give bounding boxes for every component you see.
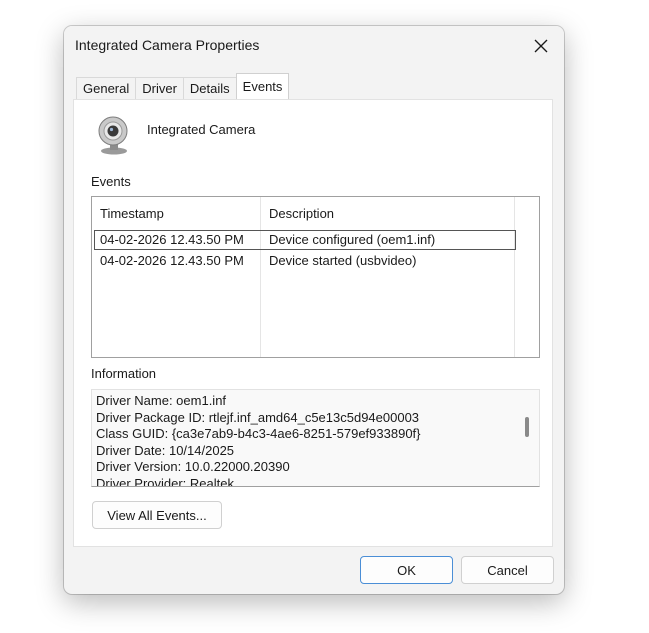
event-row[interactable]: 04-02-2026 12.43.50 PM Device started (u… (95, 252, 515, 270)
events-list[interactable]: Timestamp Description 04-02-2026 12.43.5… (91, 196, 540, 358)
close-icon (534, 39, 548, 53)
information-section-label: Information (91, 366, 157, 381)
info-line: Driver Provider: Realtek (96, 475, 234, 487)
tab-details[interactable]: Details (182, 77, 237, 99)
event-row[interactable]: 04-02-2026 12.43.50 PM Device configured… (94, 230, 516, 250)
column-separator (260, 197, 261, 357)
window-title: Integrated Camera Properties (75, 37, 260, 53)
device-name: Integrated Camera (147, 122, 256, 137)
column-header-timestamp[interactable]: Timestamp (100, 206, 164, 221)
webcam-icon (98, 116, 128, 155)
close-button[interactable] (518, 26, 564, 66)
events-section-label: Events (91, 174, 131, 189)
event-description: Device started (usbvideo) (269, 253, 417, 268)
info-scrollbar[interactable] (517, 390, 539, 486)
info-line: Driver Version: 10.0.22000.20390 (96, 459, 290, 474)
info-line: Class GUID: {ca3e7ab9-b4c3-4ae6-8251-579… (96, 426, 421, 441)
info-line: Driver Name: oem1.inf (96, 393, 227, 408)
tab-driver[interactable]: Driver (135, 77, 184, 99)
event-timestamp: 04-02-2026 12.43.50 PM (100, 232, 244, 247)
information-text: Driver Name: oem1.inf Driver Package ID:… (96, 393, 421, 487)
events-tab-panel: Integrated Camera Events Timestamp Descr… (73, 99, 553, 547)
info-line: Driver Package ID: rtlejf.inf_amd64_c5e1… (96, 409, 420, 425)
tab-strip: General Driver Details Events (76, 73, 290, 99)
scrollbar-thumb[interactable] (525, 417, 529, 437)
column-header-description[interactable]: Description (269, 206, 334, 221)
event-description: Device configured (oem1.inf) (269, 232, 436, 247)
view-all-events-button[interactable]: View All Events... (92, 501, 222, 529)
info-line: Driver Date: 10/14/2025 (96, 442, 235, 458)
title-bar: Integrated Camera Properties (64, 26, 564, 66)
information-textbox[interactable]: Driver Name: oem1.inf Driver Package ID:… (91, 389, 540, 487)
cancel-button[interactable]: Cancel (461, 556, 554, 584)
tab-general[interactable]: General (76, 77, 137, 99)
tab-events[interactable]: Events (235, 73, 290, 99)
ok-button[interactable]: OK (360, 556, 453, 584)
event-timestamp: 04-02-2026 12.43.50 PM (100, 253, 244, 268)
column-separator (514, 197, 515, 357)
properties-dialog: Integrated Camera Properties General Dri… (64, 26, 564, 594)
